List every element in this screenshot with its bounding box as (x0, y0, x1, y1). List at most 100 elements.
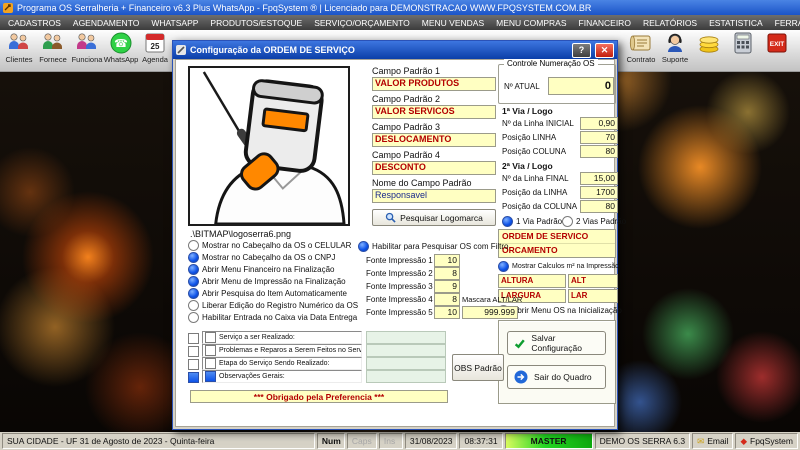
svg-text:25: 25 (151, 42, 160, 51)
config-os-dialog: Configuração da ORDEM DE SERVIÇO ? ✕ .\B… (172, 40, 626, 430)
menu-produtos-estoque[interactable]: PRODUTOS/ESTOQUE (204, 15, 308, 30)
menu-ferramentas[interactable]: FERRAMENTAS (769, 15, 800, 30)
observacoes-gerais-checkbox[interactable] (188, 372, 199, 383)
via1-row2-field[interactable]: 70 (580, 131, 618, 144)
toolbar-agenda-button[interactable]: 25 Agenda (138, 30, 172, 72)
altura-field[interactable]: ALTURA (498, 274, 566, 288)
menu-agendamento[interactable]: AGENDAMENTO (67, 15, 145, 30)
clients-icon (9, 33, 28, 49)
fonte2-label: Fonte Impressão 2 (366, 269, 433, 278)
radio-off-icon (188, 312, 199, 323)
check-icon (514, 338, 525, 349)
radio-off-icon (188, 300, 199, 311)
checkbox-off-icon (205, 332, 216, 343)
menu-estatistica[interactable]: ESTATISTICA (703, 15, 769, 30)
etapa-servico-field[interactable] (366, 357, 446, 370)
fonte1-field[interactable]: 10 (434, 254, 460, 267)
servico-realizado-checkbox[interactable] (188, 333, 199, 344)
lar-field[interactable]: LAR (568, 289, 618, 303)
toolbar-calculadora-button[interactable] (726, 30, 760, 72)
toolbar-sair-button[interactable]: EXIT (760, 30, 794, 72)
mostrar-calculos-option[interactable]: Mostrar Calculos m² na Impressão (498, 261, 619, 272)
doc-item-ordem-servico[interactable]: ORDEM DE SERVICO (499, 230, 615, 244)
option-liberar-edicao[interactable]: Liberar Edição do Registro Numérico da O… (188, 300, 358, 311)
sair-do-quadro-button[interactable]: Sair do Quadro (507, 365, 606, 389)
option-celular[interactable]: Mostrar no Cabeçalho da OS o CELULAR (188, 240, 351, 251)
servico-realizado-strip[interactable]: Serviço a ser Realizado: (202, 331, 362, 344)
radio-off-icon (188, 240, 199, 251)
toolbar-suporte-button[interactable]: Suporte (658, 30, 692, 72)
menu-vendas[interactable]: MENU VENDAS (416, 15, 490, 30)
status-brand[interactable]: ◆ FpqSystem (735, 433, 798, 449)
menu-financeiro[interactable]: FINANCEIRO (573, 15, 637, 30)
etapa-servico-checkbox[interactable] (188, 359, 199, 370)
via2-row2-field[interactable]: 1700 (580, 186, 618, 199)
via2-row3-field[interactable]: 80 (580, 200, 618, 213)
fonte4-field[interactable]: 8 (434, 293, 460, 306)
salvar-configuracao-button[interactable]: Salvar Configuração (507, 331, 606, 355)
campo4-field[interactable]: DESCONTO (372, 161, 496, 175)
envelope-icon: ✉ (697, 435, 705, 446)
toolbar-clientes-button[interactable]: Clientes (2, 30, 36, 72)
alt-field[interactable]: ALT (568, 274, 618, 288)
toolbar-funciona-button[interactable]: Funciona (70, 30, 104, 72)
employees-icon (77, 33, 96, 49)
toolbar-whatsapp-button[interactable]: ☎ WhatsApp (104, 30, 138, 72)
via2-row1-label: Nº da Linha FINAL (502, 174, 569, 183)
menu-compras[interactable]: MENU COMPRAS (490, 15, 572, 30)
via1-row1-field[interactable]: 0,90 (580, 117, 618, 130)
option-filtro-os[interactable]: Habilitar para Pesquisar OS com Filtro (358, 241, 509, 252)
status-num: Num (316, 433, 345, 449)
fonte5-field[interactable]: 10 (434, 306, 460, 319)
problemas-reparos-field[interactable] (366, 344, 446, 357)
svg-text:☎: ☎ (114, 38, 128, 50)
n-atual-field[interactable]: 0 (548, 77, 614, 95)
menu-whatsapp[interactable]: WHATSAPP (145, 15, 204, 30)
search-icon (385, 212, 396, 223)
menu-cadastros[interactable]: CADASTROS (2, 15, 67, 30)
option-cnpj[interactable]: Mostrar no Cabeçalho da OS o CNPJ (188, 252, 335, 263)
campo3-field[interactable]: DESLOCAMENTO (372, 133, 496, 147)
problemas-reparos-checkbox[interactable] (188, 346, 199, 357)
status-email[interactable]: ✉ Email (692, 433, 734, 449)
nome-campo-field[interactable]: Responsavel (372, 189, 496, 203)
problemas-reparos-strip[interactable]: Problemas e Reparos a Serem Feitos no Se… (202, 344, 362, 357)
via-padrao-2-radio[interactable]: 2 Vias Padrão (562, 216, 626, 227)
status-ins: Ins (378, 433, 403, 449)
dialog-close-button[interactable]: ✕ (595, 42, 614, 58)
exit-arrow-icon (514, 370, 528, 384)
option-pesquisa-item[interactable]: Abrir Pesquisa do Item Automaticamente (188, 288, 347, 299)
fonte3-field[interactable]: 9 (434, 280, 460, 293)
toolbar-moedas-button[interactable] (692, 30, 726, 72)
toolbar-fornece-button[interactable]: Fornece (36, 30, 70, 72)
obs-padrao-button[interactable]: OBS Padrão (452, 354, 504, 381)
dialog-titlebar[interactable]: Configuração da ORDEM DE SERVIÇO ? ✕ (173, 41, 617, 59)
menu-relatorios[interactable]: RELATÓRIOS (637, 15, 703, 30)
radio-off-icon (562, 216, 573, 227)
menu-servico-orcamento[interactable]: SERVIÇO/ORÇAMENTO (308, 15, 416, 30)
campo2-field[interactable]: VALOR SERVICOS (372, 105, 496, 119)
doc-item-orcamento[interactable]: ORCAMENTO (499, 244, 615, 257)
calculator-icon (734, 32, 752, 54)
pesquisar-logomarca-button[interactable]: Pesquisar Logomarca (372, 209, 496, 226)
etapa-servico-strip[interactable]: Etapa do Serviço Sendo Realizado: (202, 357, 362, 370)
toolbar-contrato-button[interactable]: Contrato (624, 30, 658, 72)
option-menu-impressao[interactable]: Abrir Menu de Impressão na Finalização (188, 276, 346, 287)
mascara-field[interactable]: 999.999 (462, 306, 518, 319)
option-entrada-caixa[interactable]: Habilitar Entrada no Caixa via Data Entr… (188, 312, 357, 323)
dialog-help-button[interactable]: ? (572, 42, 591, 58)
via-padrao-1-radio[interactable]: 1 Via Padrão (502, 216, 562, 227)
campo1-field[interactable]: VALOR PRODUTOS (372, 77, 496, 91)
radio-on-icon (502, 216, 513, 227)
support-headset-icon (668, 33, 682, 52)
via1-row3-field[interactable]: 80 (580, 145, 618, 158)
menu-bar: CADASTROS AGENDAMENTO WHATSAPP PRODUTOS/… (0, 15, 800, 30)
servico-realizado-field[interactable] (366, 331, 446, 344)
fonte2-field[interactable]: 8 (434, 267, 460, 280)
footer-message-field[interactable]: *** Obrigado pela Preferencia *** (190, 390, 448, 403)
observacoes-gerais-field[interactable] (366, 370, 446, 383)
option-menu-financeiro[interactable]: Abrir Menu Financeiro na Finalização (188, 264, 335, 275)
welder-illustration (202, 71, 346, 226)
observacoes-gerais-strip[interactable]: Observações Gerais: (202, 370, 362, 383)
via2-row1-field[interactable]: 15,00 (580, 172, 618, 185)
